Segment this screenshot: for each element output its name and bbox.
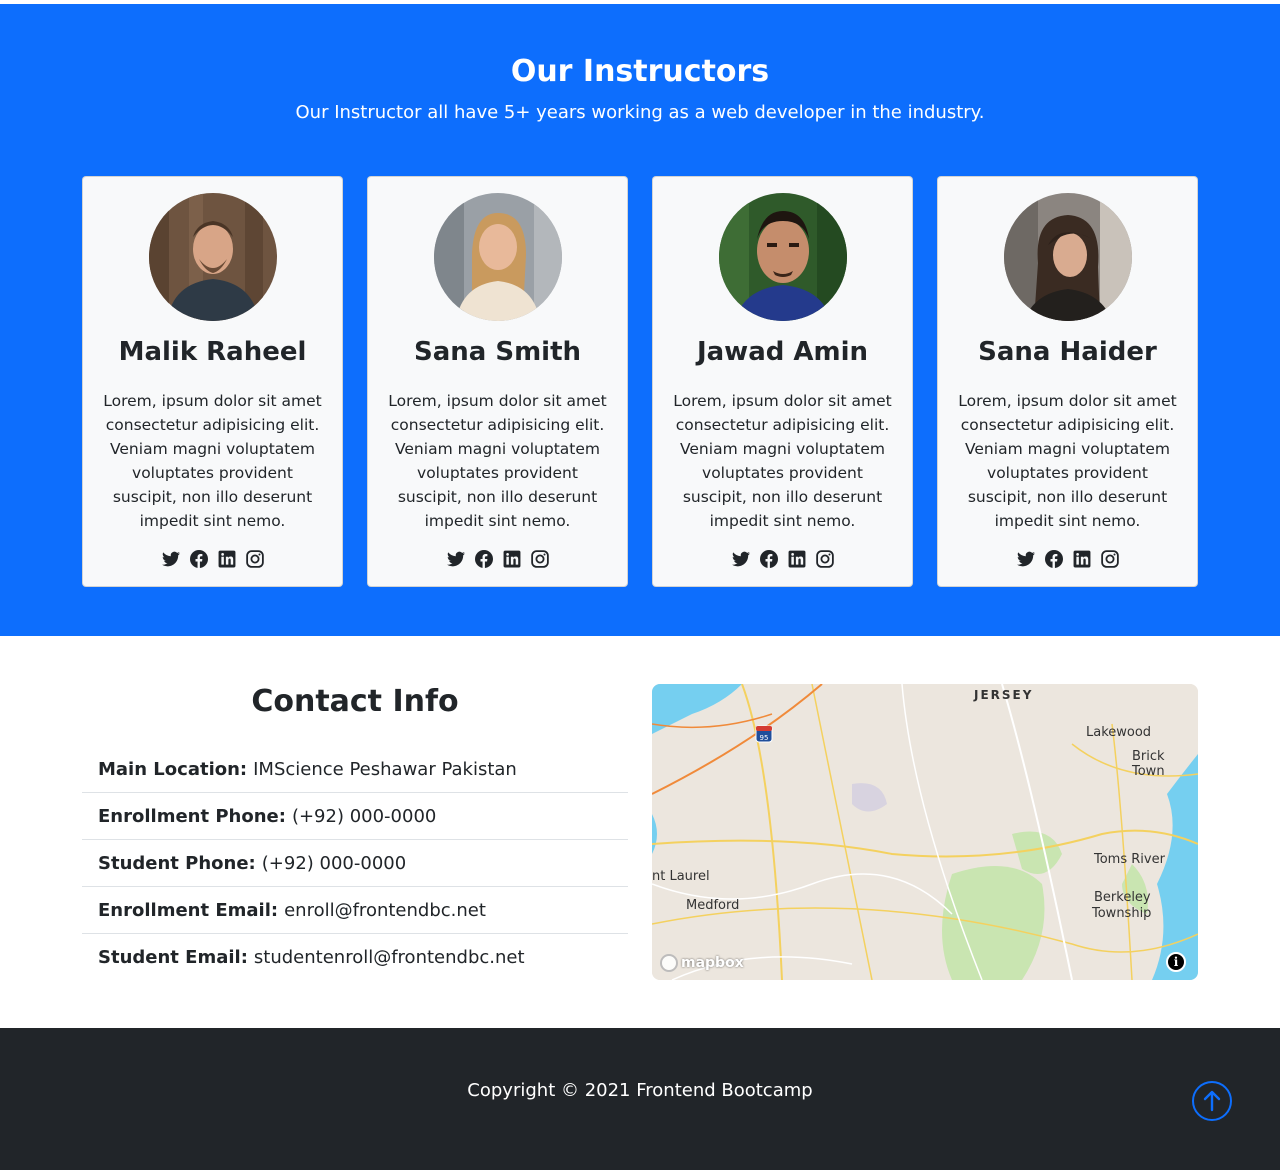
instagram-icon[interactable] xyxy=(245,550,264,568)
avatar xyxy=(1004,193,1132,321)
twitter-icon[interactable] xyxy=(1016,550,1035,568)
list-item: Enrollment Phone: (+92) 000-0000 xyxy=(82,793,628,840)
instructors-section: Our Instructors Our Instructor all have … xyxy=(0,4,1280,636)
instructor-bio: Lorem, ipsum dolor sit amet consectetur … xyxy=(958,392,1177,530)
instructor-bio: Lorem, ipsum dolor sit amet consectetur … xyxy=(103,392,322,530)
instructors-subtitle: Our Instructor all have 5+ years working… xyxy=(295,102,985,123)
linkedin-icon[interactable] xyxy=(788,550,806,568)
linkedin-icon[interactable] xyxy=(218,550,236,568)
instructor-card: Sana Smith Lorem, ipsum dolor sit amet c… xyxy=(367,176,628,587)
list-item: Student Phone: (+92) 000-0000 xyxy=(82,840,628,887)
instructor-bio: Lorem, ipsum dolor sit amet consectetur … xyxy=(673,392,892,530)
contact-label: Enrollment Phone: xyxy=(98,805,286,827)
facebook-icon[interactable] xyxy=(189,550,208,568)
instagram-icon[interactable] xyxy=(815,550,834,568)
contact-label: Student Email: xyxy=(98,947,248,968)
social-links xyxy=(938,550,1197,568)
instructor-name: Sana Haider xyxy=(978,337,1157,367)
highway-shield: 95 xyxy=(760,734,769,742)
mapbox-logo-text: mapbox xyxy=(681,955,744,971)
linkedin-icon[interactable] xyxy=(1073,550,1091,568)
map-label: Medford xyxy=(686,898,740,913)
instructor-name: Jawad Amin xyxy=(696,337,869,367)
facebook-icon[interactable] xyxy=(474,550,493,568)
contact-value: IMScience Peshawar Pakistan xyxy=(253,758,517,780)
contact-list: Main Location: IMScience Peshawar Pakista… xyxy=(82,746,628,981)
instructor-card: Jawad Amin Lorem, ipsum dolor sit amet c… xyxy=(652,176,913,587)
footer: Copyright © 2021 Frontend Bootcamp xyxy=(0,1028,1280,1170)
contact-title: Contact Info xyxy=(251,684,459,719)
avatar xyxy=(149,193,277,321)
twitter-icon[interactable] xyxy=(731,550,750,568)
contact-value: (+92) 000-0000 xyxy=(291,805,437,827)
linkedin-icon[interactable] xyxy=(503,550,521,568)
instructor-name: Malik Raheel xyxy=(118,337,307,367)
twitter-icon[interactable] xyxy=(161,550,180,568)
arrow-up-circle-icon xyxy=(1203,1090,1221,1112)
instagram-icon[interactable] xyxy=(530,550,549,568)
social-links xyxy=(368,550,627,568)
map-label: JERSEY xyxy=(974,688,1034,702)
list-item: Main Location: IMScience Peshawar Pakista… xyxy=(82,746,628,793)
map-label: Township xyxy=(1092,906,1152,921)
contact-value: studentenroll@frontendbc.net xyxy=(253,947,525,968)
map-label: nt Laurel xyxy=(652,869,710,884)
contact-value: enroll@frontendbc.net xyxy=(284,899,486,921)
instructor-card: Malik Raheel Lorem, ipsum dolor sit amet… xyxy=(82,176,343,587)
map-label: Lakewood xyxy=(1086,725,1152,740)
list-item: Student Email: studentenroll@frontendbc.n… xyxy=(82,934,628,981)
instagram-icon[interactable] xyxy=(1100,550,1119,568)
instructor-card: Sana Haider Lorem, ipsum dolor sit amet … xyxy=(937,176,1198,587)
info-icon[interactable]: i xyxy=(1166,952,1186,972)
list-item: Enrollment Email: enroll@frontendbc.net xyxy=(82,887,628,934)
social-links xyxy=(83,550,342,568)
map-label: Toms River xyxy=(1094,852,1165,867)
twitter-icon[interactable] xyxy=(446,550,465,568)
avatar xyxy=(434,193,562,321)
mapbox-logo-icon xyxy=(660,954,678,972)
instructors-title: Our Instructors xyxy=(510,54,770,89)
map-label: Brick Town xyxy=(1132,749,1165,779)
avatar xyxy=(719,193,847,321)
instructor-name: Sana Smith xyxy=(413,337,582,367)
contact-label: Main Location: xyxy=(98,758,248,780)
map-label: Berkeley xyxy=(1094,890,1151,905)
copyright-text: Copyright © 2021 Frontend Bootcamp xyxy=(467,1080,813,1101)
map[interactable]: 95 JERSEY Lakewood Brick Town Toms River… xyxy=(652,684,1198,980)
social-links xyxy=(653,550,912,568)
facebook-icon[interactable] xyxy=(1044,550,1063,568)
back-to-top-button[interactable] xyxy=(1192,1081,1232,1121)
facebook-icon[interactable] xyxy=(759,550,778,568)
contact-label: Student Phone: xyxy=(98,852,256,874)
mapbox-logo[interactable]: mapbox xyxy=(660,954,744,972)
contact-label: Enrollment Email: xyxy=(98,899,279,921)
contact-value: (+92) 000-0000 xyxy=(261,852,407,874)
instructor-bio: Lorem, ipsum dolor sit amet consectetur … xyxy=(388,392,607,530)
